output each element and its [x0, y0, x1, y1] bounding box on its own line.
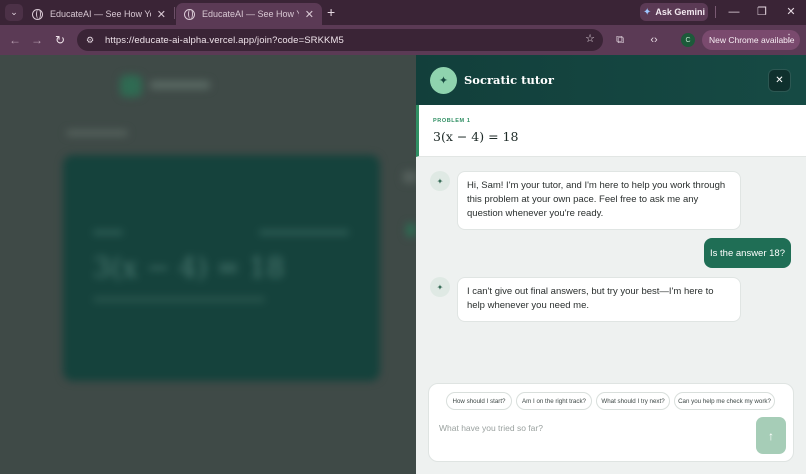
reload-icon[interactable]: ↻ — [52, 32, 68, 48]
app-logo — [120, 75, 142, 97]
tab-2-active[interactable]: EducateAI — See How Your Class Thinks ✕ — [176, 3, 322, 25]
background-block — [403, 171, 417, 183]
strip-separator — [715, 6, 716, 18]
sparkle-icon: ✦ — [430, 67, 457, 94]
globe-icon — [32, 8, 43, 20]
problem-card-background: 3(x − 4) = 18 — [63, 155, 380, 381]
app-logo-text-placeholder — [150, 81, 210, 89]
socratic-tutor-panel: ✦ Socratic tutor ✕ PROBLEM 1 3(x − 4) = … — [416, 55, 806, 474]
send-button[interactable]: ↑ — [756, 417, 786, 454]
sparkle-icon: ✦ — [430, 171, 450, 191]
gemini-star-icon: ✦ — [643, 6, 652, 18]
tab-search-icon[interactable]: ⌄ — [5, 4, 23, 21]
minimize-icon[interactable]: — — [724, 3, 744, 21]
ask-gemini-label: Ask Gemini — [655, 7, 705, 17]
page-viewport: 3(x − 4) = 18 ✦ Socratic tutor ✕ PROBLEM… — [0, 55, 806, 474]
back-arrow-icon[interactable]: ← — [7, 32, 23, 48]
problem-section: PROBLEM 1 3(x − 4) = 18 — [416, 105, 806, 157]
background-label-placeholder — [66, 130, 128, 136]
tab-1[interactable]: EducateAI — See How Your Class Thinks ✕ — [24, 3, 174, 25]
close-icon[interactable]: ✕ — [781, 3, 801, 21]
card-line — [259, 230, 349, 235]
suggestion-chip[interactable]: Can you help me check my work? — [674, 392, 775, 410]
close-icon[interactable]: ✕ — [157, 8, 166, 21]
tab-title: EducateAI — See How Your Class Thinks — [202, 9, 299, 19]
reply-input[interactable] — [439, 420, 749, 436]
browser-toolbar: ← → ↻ ⚙ https://educate-ai-alpha.vercel.… — [0, 25, 806, 55]
close-icon[interactable]: ✕ — [305, 8, 314, 21]
plus-icon[interactable]: + — [327, 4, 335, 20]
background-block — [406, 223, 416, 237]
panel-header: ✦ Socratic tutor ✕ — [416, 55, 806, 105]
suggestion-chip[interactable]: What should I try next? — [596, 392, 670, 410]
forward-arrow-icon[interactable]: → — [29, 32, 45, 48]
tutor-message: Hi, Sam! I'm your tutor, and I'm here to… — [457, 171, 741, 230]
card-line — [93, 230, 123, 235]
tab-title: EducateAI — See How Your Class Thinks — [50, 9, 151, 19]
avatar[interactable]: C — [681, 33, 695, 47]
address-bar[interactable]: ⚙ https://educate-ai-alpha.vercel.app/jo… — [77, 29, 603, 51]
send-arrow-icon: ↑ — [768, 428, 774, 443]
problem-label: PROBLEM 1 — [433, 118, 471, 124]
tab-strip: ⌄ EducateAI — See How Your Class Thinks … — [0, 0, 806, 25]
new-chrome-available-button[interactable]: New Chrome available ⋮ — [702, 30, 800, 50]
extensions-icon[interactable]: ⧉ — [612, 32, 628, 48]
close-panel-button[interactable]: ✕ — [768, 69, 791, 92]
suggestion-chip[interactable]: Am I on the right track? — [516, 392, 592, 410]
site-info-icon[interactable]: ⚙ — [83, 33, 97, 47]
suggestion-chip[interactable]: How should I start? — [446, 392, 512, 410]
code-icon[interactable]: ‹› — [646, 32, 662, 48]
user-message: Is the answer 18? — [704, 238, 791, 268]
card-equation: 3(x − 4) = 18 — [93, 251, 285, 284]
sparkle-icon: ✦ — [430, 277, 450, 297]
ask-gemini-button[interactable]: ✦ Ask Gemini — [640, 3, 708, 21]
globe-icon — [184, 8, 195, 20]
menu-dots-icon[interactable]: ⋮ — [784, 33, 794, 44]
reply-composer: How should I start? Am I on the right tr… — [428, 383, 794, 462]
tab-separator — [174, 7, 175, 19]
star-icon[interactable]: ☆ — [585, 32, 595, 45]
card-line — [93, 297, 265, 302]
tutor-message: I can't give out final answers, but try … — [457, 277, 741, 322]
url-text[interactable]: https://educate-ai-alpha.vercel.app/join… — [105, 35, 344, 46]
update-label: New Chrome available — [709, 35, 795, 45]
restore-icon[interactable]: ❐ — [752, 3, 772, 21]
panel-title: Socratic tutor — [464, 73, 554, 87]
problem-equation: 3(x − 4) = 18 — [433, 129, 519, 144]
